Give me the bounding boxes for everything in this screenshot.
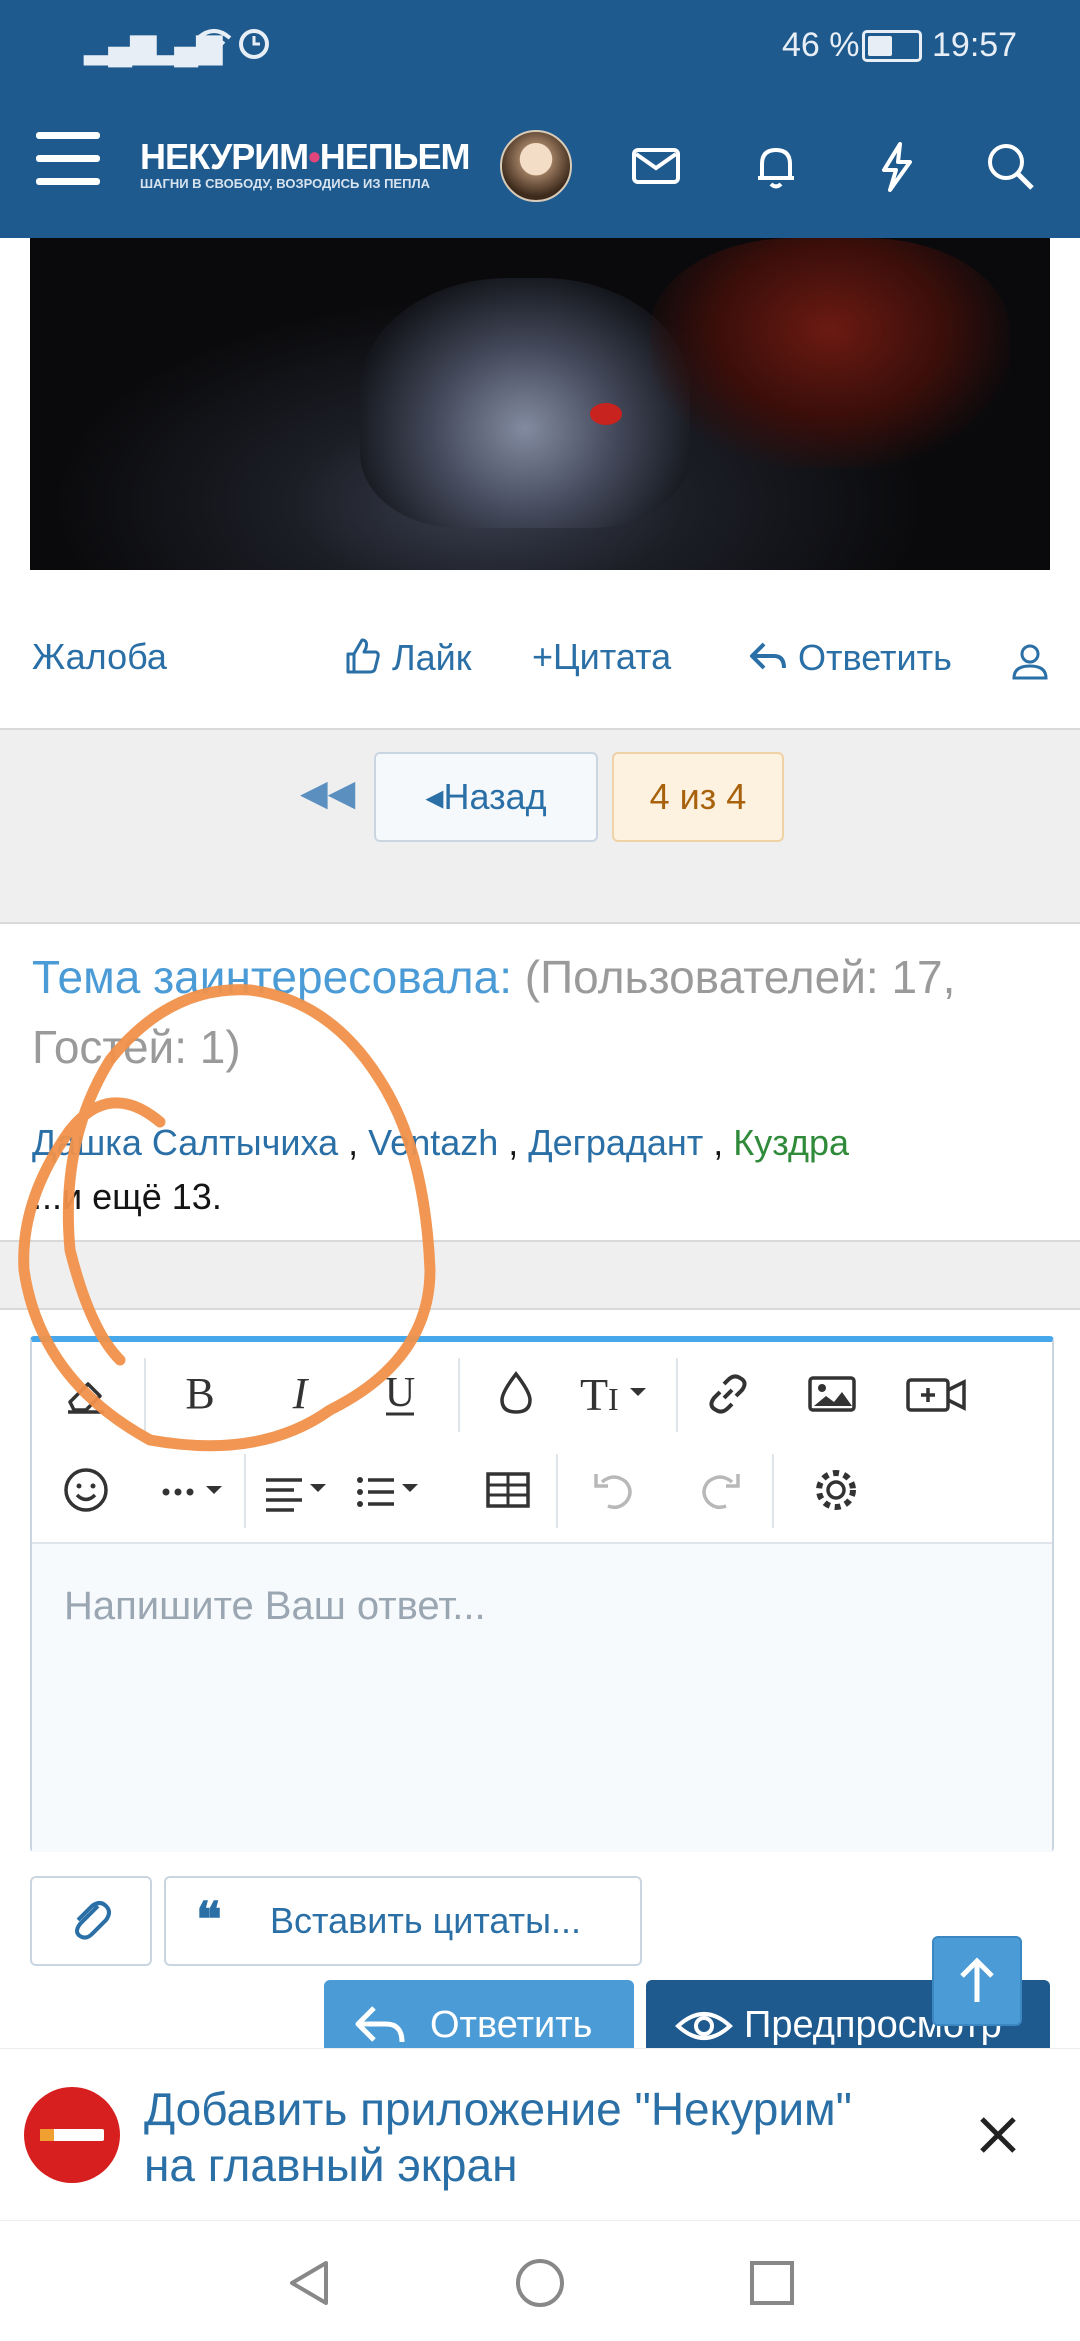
underline-icon[interactable]: U: [370, 1364, 430, 1424]
video-icon[interactable]: [902, 1364, 972, 1424]
reply-placeholder: Напишите Ваш ответ...: [64, 1584, 486, 1628]
add-to-home-banner[interactable]: Добавить приложение "Некурим" на главный…: [0, 2048, 1080, 2221]
svg-text:I: I: [608, 1381, 619, 1417]
inbox-icon[interactable]: [626, 136, 686, 196]
eraser-icon[interactable]: [56, 1364, 116, 1424]
app-icon: [24, 2087, 120, 2183]
like-button[interactable]: Лайк: [342, 636, 472, 679]
user-link[interactable]: Дашка Салтычиха: [32, 1122, 338, 1163]
arrow-up-icon: [960, 1957, 994, 2002]
reply-link[interactable]: Ответить: [748, 636, 952, 679]
scroll-to-top-button[interactable]: [932, 1936, 1022, 2026]
recents-nav-icon[interactable]: [744, 2255, 800, 2311]
reply-label: Ответить: [798, 637, 952, 678]
menu-icon[interactable]: [36, 132, 100, 188]
search-icon[interactable]: [980, 136, 1040, 196]
like-label: Лайк: [392, 637, 472, 678]
gear-icon[interactable]: [806, 1460, 866, 1520]
thumbs-up-icon: [346, 638, 380, 674]
table-icon[interactable]: [478, 1460, 538, 1520]
back-nav-icon[interactable]: [282, 2255, 338, 2311]
battery-percent: 46 %: [782, 26, 860, 64]
report-link[interactable]: Жалоба: [32, 636, 167, 678]
system-nav-bar: [0, 2220, 1080, 2341]
toolbar-separator: [458, 1358, 460, 1432]
who-read-lead: Тема заинтересовала:: [32, 951, 512, 1003]
reply-arrow-icon: [355, 2006, 405, 2043]
svg-text:U: U: [385, 1370, 415, 1416]
logo-text-1: НЕКУРИМ: [140, 136, 309, 177]
current-page-indicator[interactable]: 4 из 4: [612, 752, 784, 842]
bell-icon[interactable]: [746, 136, 806, 196]
signal-icon: ▂▄▆: [84, 27, 156, 65]
banner-text: Добавить приложение "Некурим" на главный…: [144, 2081, 852, 2193]
user-icon[interactable]: [1010, 642, 1050, 687]
svg-text:I: I: [292, 1369, 310, 1418]
attach-button[interactable]: [30, 1876, 152, 1966]
banner-line-2: на главный экран: [144, 2139, 518, 2191]
lightning-icon[interactable]: [866, 136, 926, 196]
clock: 19:57: [932, 26, 1018, 64]
logo-tagline: ШАГНИ В СВОБОДУ, ВОЗРОДИСЬ ИЗ ПЕПЛА: [140, 176, 430, 191]
link-icon[interactable]: [698, 1364, 758, 1424]
banner-line-1: Добавить приложение "Некурим": [144, 2083, 852, 2135]
toolbar-separator: [144, 1358, 146, 1432]
back-label: Назад: [443, 776, 547, 817]
who-read-heading: Тема заинтересовала: (Пользователей: 17,…: [32, 942, 1042, 1082]
reply-submit-label: Ответить: [430, 2004, 593, 2046]
font-size-icon[interactable]: TI: [576, 1364, 676, 1424]
toolbar-separator: [772, 1454, 774, 1528]
app-header: НЕКУРИМ•НЕПЬЕМ ШАГНИ В СВОБОДУ, ВОЗРОДИС…: [0, 92, 1080, 238]
undo-icon[interactable]: [584, 1460, 644, 1520]
more-users[interactable]: ...и ещё 13.: [32, 1176, 222, 1217]
paperclip-icon: [75, 1901, 111, 1940]
user-link[interactable]: Куздра: [733, 1122, 849, 1163]
first-page-icon[interactable]: ◀◀: [300, 772, 355, 814]
close-icon[interactable]: [970, 2107, 1026, 2163]
caret-left-icon: ◂: [425, 776, 444, 817]
more-options-icon[interactable]: [154, 1460, 244, 1520]
bold-icon[interactable]: B: [170, 1364, 230, 1424]
section-divider: [0, 1240, 1080, 1310]
post-image: [30, 238, 1050, 570]
user-link[interactable]: Ventazh: [368, 1122, 498, 1163]
who-read-users: Дашка Салтычиха , Ventazh , Деградант , …: [32, 1122, 850, 1217]
image-icon[interactable]: [802, 1364, 862, 1424]
toolbar-separator: [676, 1358, 678, 1432]
reply-textarea[interactable]: Напишите Ваш ответ...: [32, 1542, 1052, 1852]
status-bar: ▂▄▆ ▂▄▆ 46 % 19:57: [0, 0, 1080, 92]
pagination-bar: ◀◀ ◂Назад 4 из 4: [0, 728, 1080, 924]
insert-quotes-button[interactable]: ❝ Вставить цитаты...: [164, 1876, 642, 1966]
toolbar-separator: [556, 1454, 558, 1528]
reply-icon: [750, 642, 786, 670]
reply-editor: B I U TI Напишите Ваш ответ...: [30, 1336, 1054, 1852]
insert-quotes-label: Вставить цитаты...: [270, 1900, 582, 1941]
quote-button[interactable]: +Цитата: [532, 636, 671, 678]
align-icon[interactable]: [258, 1460, 342, 1520]
redo-icon[interactable]: [690, 1460, 750, 1520]
logo-dot: •: [308, 136, 321, 177]
emoji-icon[interactable]: [56, 1460, 116, 1520]
italic-icon[interactable]: I: [270, 1364, 330, 1424]
alarm-icon: [236, 22, 272, 67]
logo-text-2: НЕПЬЕМ: [319, 136, 471, 177]
home-nav-icon[interactable]: [512, 2255, 568, 2311]
site-logo[interactable]: НЕКУРИМ•НЕПЬЕМ ШАГНИ В СВОБОДУ, ВОЗРОДИС…: [140, 136, 471, 191]
battery-icon: [862, 30, 922, 62]
user-avatar[interactable]: [500, 130, 572, 202]
list-icon[interactable]: [350, 1460, 434, 1520]
plus-icon: +: [532, 636, 554, 677]
toolbar-separator: [244, 1454, 246, 1528]
svg-text:B: B: [185, 1369, 214, 1418]
quote-label: Цитата: [553, 636, 672, 677]
color-drop-icon[interactable]: [486, 1364, 546, 1424]
user-link[interactable]: Деградант: [528, 1122, 703, 1163]
quote-marks-icon: ❝: [196, 1894, 222, 1947]
eye-icon: [675, 2012, 733, 2040]
wifi-icon: [194, 22, 234, 67]
svg-text:T: T: [580, 1369, 608, 1420]
back-button[interactable]: ◂Назад: [374, 752, 598, 842]
